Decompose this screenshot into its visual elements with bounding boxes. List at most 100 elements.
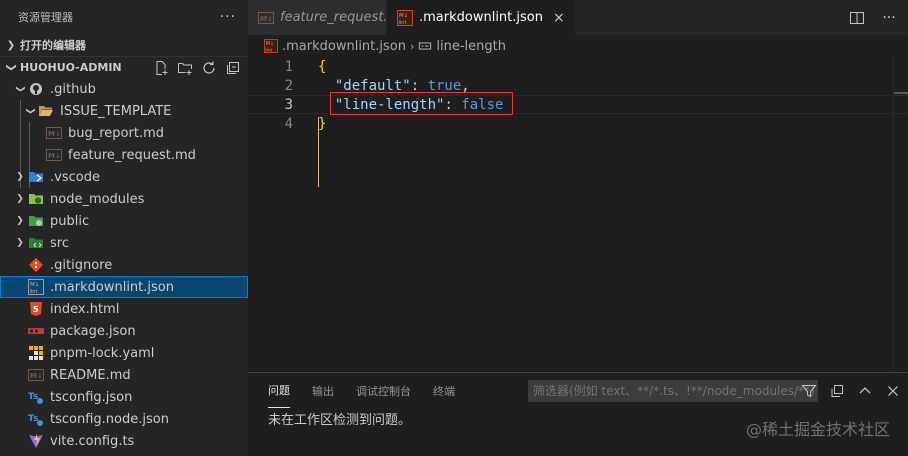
breadcrumb-file-label: .markdownlint.json [282,38,406,54]
chevron-down-icon: ❯ [15,85,25,93]
tree-item-label: src [50,235,69,251]
split-editor-icon[interactable] [848,9,866,27]
tree-file-bug-report[interactable]: M↓ bug_report.md [0,122,248,144]
markdownlint-icon: M↓lint [264,39,278,53]
maximize-panel-icon[interactable] [856,382,874,400]
tree-item-label: README.md [50,367,131,383]
tree-file-vite-config[interactable]: vite.config.ts [0,430,248,452]
tree-item-label: package.json [50,323,136,339]
open-editors-section[interactable]: ❯ 打开的编辑器 [0,34,248,56]
line-number: 1 [284,58,293,75]
tsconfig-icon: Ts [28,389,44,405]
markdown-icon: M↓ [46,147,62,163]
explorer-title: 资源管理器 [18,11,73,24]
tree-folder-src[interactable]: ❯ src [0,232,248,254]
tree-item-label: pnpm-lock.yaml [50,345,155,361]
tab-problems[interactable]: 问题 [268,373,290,408]
git-icon [28,257,44,273]
svg-text:lint: lint [265,47,272,53]
filter-icon[interactable] [800,382,818,400]
markdown-icon: M↓ [28,367,44,383]
folder-open-icon [38,103,54,119]
code-text: { [318,59,326,75]
new-folder-icon[interactable] [176,59,194,77]
markdownlint-icon: M↓lint [28,279,44,295]
public-folder-icon [28,213,44,229]
tab-feature-request[interactable]: M↓ feature_request.md [248,0,408,35]
tab-terminal[interactable]: 终端 [433,373,455,408]
tree-file-package-json[interactable]: package.json [0,320,248,342]
markdownlint-icon: M↓lint [397,9,413,26]
pnpm-icon [28,345,44,361]
tsconfig-icon: Ts [28,411,44,427]
tree-item-label: .github [50,81,96,97]
more-actions-icon[interactable]: ··· [220,9,236,25]
line-number: 2 [284,77,293,94]
tree-folder-node-modules[interactable]: ❯ node_modules [0,188,248,210]
code-line: 4 } [248,114,908,133]
svg-text:5: 5 [33,305,39,314]
problems-filter-input[interactable] [528,380,818,402]
editor-area: M↓ feature_request.md M↓ lint .markdownli… [248,0,908,377]
tree-item-label: .vscode [50,169,100,185]
file-tree: ❯ .github ❯ ISSUE_TEMPLATE M↓ bug_report… [0,78,248,452]
minimap-cursor-line [894,92,908,94]
tree-folder-vscode[interactable]: ❯ .vscode [0,166,248,188]
tree-item-label: .markdownlint.json [50,279,174,295]
code-text: } [318,116,326,132]
svg-text:M↓: M↓ [260,15,273,23]
chevron-right-icon: ❯ [6,39,16,51]
src-folder-icon [28,235,44,251]
chevron-right-icon: ❯ [16,238,24,248]
chevron-right-icon: ❯ [16,172,24,182]
chevron-down-icon: ❯ [25,107,35,115]
tree-file-markdownlint[interactable]: M↓ lint .markdownlint.json [0,276,248,298]
new-file-icon[interactable] [152,59,170,77]
chevron-right-icon: ❯ [16,194,24,204]
line-number: 3 [284,96,293,113]
property-icon [419,42,432,50]
svg-text:M↓: M↓ [48,130,61,138]
collapse-all-icon[interactable] [224,59,242,77]
overview-ruler [893,57,894,377]
breadcrumb-file[interactable]: M↓ lint .markdownlint.json [264,39,406,54]
tree-file-tsconfig-node[interactable]: Ts tsconfig.node.json [0,408,248,430]
copy-icon[interactable] [828,382,846,400]
close-icon[interactable]: × [553,10,565,26]
tree-file-feature-request[interactable]: M↓ feature_request.md [0,144,248,166]
npm-icon [28,323,44,339]
tree-file-index-html[interactable]: 5 index.html [0,298,248,320]
refresh-icon[interactable] [200,59,218,77]
editor-actions: ··· [848,0,898,35]
project-section[interactable]: ❯ HUOHUO-ADMIN [0,56,248,78]
svg-text:lint: lint [30,289,38,295]
bottom-panel: 问题 输出 调试控制台 终端 未在工作区检测到问题。 @稀土掘金技术社区 [248,372,908,456]
breadcrumb-symbol[interactable]: line-length [418,39,506,54]
tree-file-gitignore[interactable]: .gitignore [0,254,248,276]
html-icon: 5 [28,301,44,317]
close-icon[interactable] [884,382,902,400]
tab-markdownlint[interactable]: M↓ lint .markdownlint.json × [387,0,575,35]
tree-folder-github[interactable]: ❯ .github [0,78,248,100]
code-line: 1 { [248,57,908,76]
node-folder-icon [28,191,44,207]
watermark: @稀土掘金技术社区 [745,420,890,439]
markdown-icon: M↓ [46,125,62,141]
tab-debug-console[interactable]: 调试控制台 [356,373,411,408]
tree-folder-public[interactable]: ❯ public [0,210,248,232]
vite-icon [28,433,44,449]
tree-file-readme[interactable]: M↓ README.md [0,364,248,386]
tree-item-label: node_modules [50,191,145,207]
tree-item-label: index.html [50,301,120,317]
more-actions-icon[interactable]: ··· [880,9,898,27]
tree-file-tsconfig[interactable]: Ts tsconfig.json [0,386,248,408]
explorer-header: 资源管理器 ··· [0,0,248,34]
tree-item-label: tsconfig.node.json [50,411,169,427]
chevron-right-icon: › [409,39,415,53]
tab-output[interactable]: 输出 [312,373,334,408]
tree-file-pnpm-lock[interactable]: pnpm-lock.yaml [0,342,248,364]
svg-text:M↓: M↓ [266,41,274,47]
tree-folder-issue-template[interactable]: ❯ ISSUE_TEMPLATE [0,100,248,122]
svg-text:M↓: M↓ [30,281,39,288]
svg-text:lint: lint [399,20,407,26]
